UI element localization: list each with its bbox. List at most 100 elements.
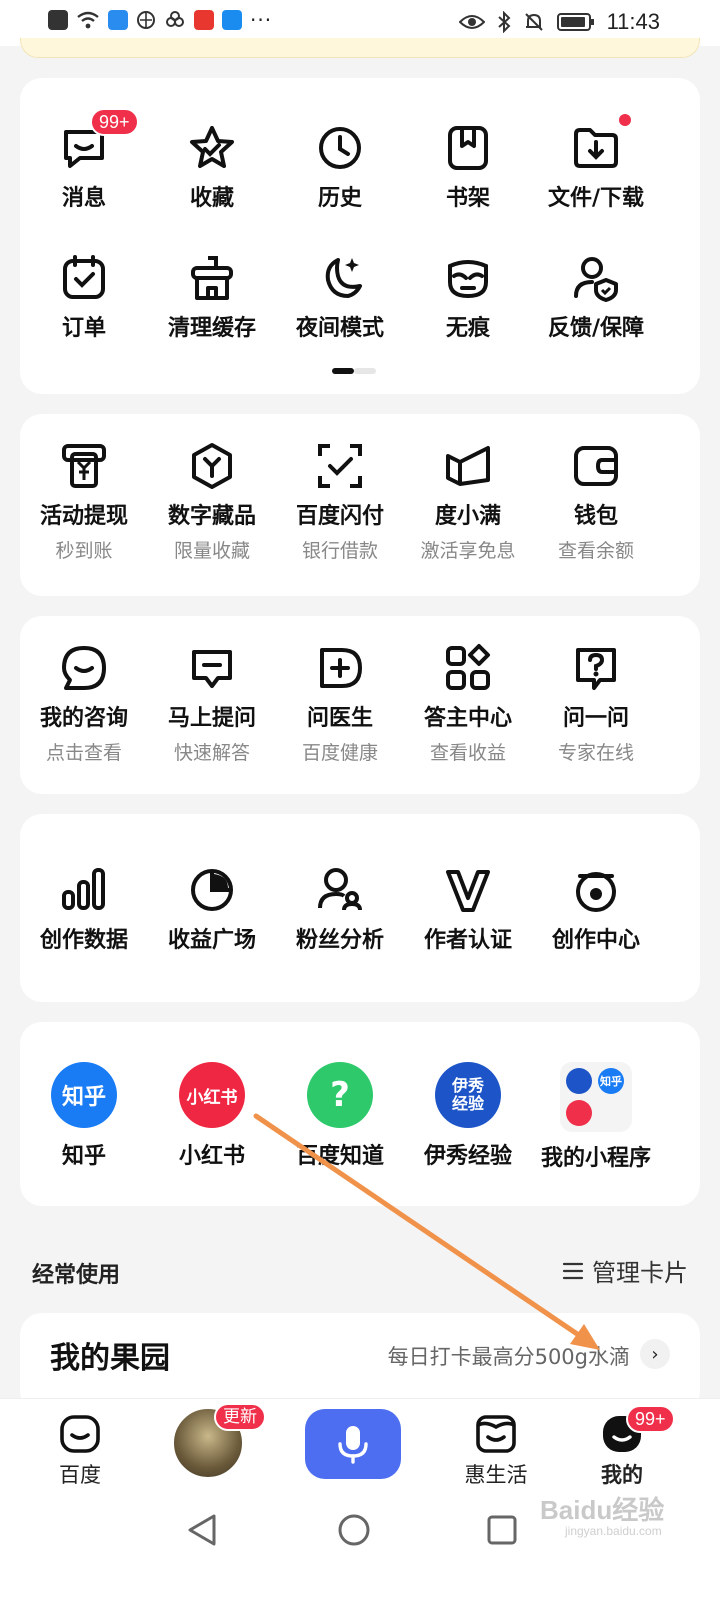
- clear-cache-item[interactable]: 清理缓存: [148, 252, 276, 342]
- frequently-used-header: 经常使用 管理卡片: [32, 1253, 688, 1293]
- files-downloads-label: 文件/下载: [547, 186, 645, 211]
- user-shield-icon: [574, 257, 618, 302]
- baidu-zhidao-logo-text: ?: [330, 1075, 350, 1115]
- earnings-plaza-item[interactable]: 收益广场: [148, 864, 276, 954]
- creation-data-item[interactable]: 创作数据: [20, 864, 148, 954]
- mini-apps-card: 知乎 知乎 小红书 小红书 ? 百度知道 伊秀经验 伊秀经验 知乎 我的小程序: [20, 1022, 700, 1206]
- history-item[interactable]: 历史: [276, 122, 404, 212]
- yixiu-item[interactable]: 伊秀经验 伊秀经验: [404, 1062, 532, 1172]
- my-consult-label: 我的咨询: [39, 706, 128, 731]
- chat-bubble-icon: [62, 646, 106, 690]
- xiaohongshu-label: 小红书: [178, 1144, 245, 1169]
- mute-bell-icon: [524, 13, 543, 31]
- pie-chart-icon: [191, 869, 233, 911]
- tab-home[interactable]: 百度: [20, 1411, 140, 1489]
- cashout-item[interactable]: 活动提现 秒到账: [20, 440, 148, 563]
- clock-icon: [319, 127, 361, 169]
- huawei-app-icon: [194, 10, 214, 30]
- mine-badge: 99+: [626, 1405, 675, 1433]
- feedback-item[interactable]: 反馈/保障: [532, 252, 660, 342]
- recents-icon[interactable]: [486, 1512, 518, 1548]
- history-label: 历史: [317, 186, 362, 211]
- ask-expert-sub: 专家在线: [557, 742, 634, 764]
- question-bubble-icon: [576, 648, 616, 690]
- hexagon-icon: [192, 443, 232, 489]
- battery-icon: [556, 13, 594, 31]
- mini-programs-folder-icon: 知乎: [560, 1062, 632, 1132]
- creation-data-label: 创作数据: [39, 928, 128, 953]
- flash-pay-sub: 银行借款: [301, 540, 378, 562]
- digital-collectibles-sub: 限量收藏: [173, 540, 250, 562]
- chevron-right-icon[interactable]: ›: [640, 1339, 670, 1369]
- duxiaoman-icon: [446, 446, 490, 486]
- incognito-item[interactable]: 无痕: [404, 252, 532, 342]
- messages-label: 消息: [61, 186, 106, 211]
- creation-center-item[interactable]: 创作中心: [532, 864, 660, 954]
- ask-expert-item[interactable]: 问一问 专家在线: [532, 642, 660, 765]
- fans-analysis-item[interactable]: 粉丝分析: [276, 864, 404, 954]
- messages-item[interactable]: 消息 99+: [20, 108, 148, 212]
- zhihu-label: 知乎: [61, 1144, 106, 1169]
- home-circle-icon[interactable]: [336, 1512, 372, 1548]
- ask-doctor-item[interactable]: 问医生 百度健康: [276, 642, 404, 765]
- baidu-zhidao-item[interactable]: ? 百度知道: [276, 1062, 404, 1172]
- tab-home-label: 百度: [59, 1463, 101, 1487]
- wallet-icon: [574, 446, 618, 486]
- more-notifications-icon: ···: [250, 8, 273, 32]
- ask-now-item[interactable]: 马上提问 快速解答: [148, 642, 276, 765]
- page-indicator-active: [332, 368, 354, 374]
- calendar-check-icon: [63, 255, 105, 299]
- mini-zhihu-icon: 知乎: [598, 1068, 624, 1094]
- orders-item[interactable]: 订单: [20, 252, 148, 342]
- author-verify-item[interactable]: 作者认证: [404, 864, 532, 954]
- digital-collectibles-item[interactable]: 数字藏品 限量收藏: [148, 440, 276, 563]
- tab-avatar[interactable]: 更新: [148, 1403, 268, 1479]
- tools-row-2: 订单 清理缓存 夜间模式 无痕 反馈/保障: [20, 252, 700, 342]
- eye-icon: [458, 15, 485, 29]
- duxiaoman-label: 度小满: [434, 504, 501, 529]
- orchard-title: 我的果园: [50, 1341, 170, 1376]
- moon-icon: [325, 258, 362, 298]
- answerer-center-item[interactable]: 答主中心 查看收益: [404, 642, 532, 765]
- answerer-center-sub: 查看收益: [429, 742, 506, 764]
- tab-life[interactable]: 惠生活: [436, 1411, 556, 1489]
- bookshelf-item[interactable]: 书架: [404, 122, 532, 212]
- flash-pay-item[interactable]: 百度闪付 银行借款: [276, 440, 404, 563]
- voice-search-button[interactable]: [305, 1409, 401, 1479]
- status-time: 11:43: [606, 9, 660, 34]
- favorites-label: 收藏: [189, 186, 234, 211]
- creation-center-icon: [576, 872, 616, 912]
- ask-doctor-sub: 百度健康: [301, 742, 378, 764]
- weather-app-icon: [108, 10, 128, 30]
- favorites-item[interactable]: 收藏: [148, 122, 276, 212]
- life-bag-icon: [476, 1415, 516, 1453]
- mini-apps-row: 知乎 知乎 小红书 小红书 ? 百度知道 伊秀经验 伊秀经验 知乎 我的小程序: [20, 1062, 700, 1172]
- my-consult-item[interactable]: 我的咨询 点击查看: [20, 642, 148, 765]
- my-consult-sub: 点击查看: [45, 742, 122, 764]
- mini-yixiu-icon: [566, 1068, 592, 1094]
- broom-icon: [191, 256, 233, 300]
- top-banner-edge: [20, 38, 700, 58]
- tools-row-1: 消息 99+ 收藏 历史 书架 文件/下载: [20, 108, 700, 212]
- files-downloads-item[interactable]: 文件/下载: [532, 114, 660, 212]
- cashout-sub: 秒到账: [55, 540, 113, 562]
- manage-cards-button[interactable]: 管理卡片: [562, 1253, 688, 1288]
- download-folder-icon: [574, 128, 618, 168]
- cashout-icon: [62, 444, 106, 488]
- wallet-item[interactable]: 钱包 查看余额: [532, 440, 660, 563]
- zhihu-item[interactable]: 知乎 知乎: [20, 1062, 148, 1172]
- finance-card: 活动提现 秒到账 数字藏品 限量收藏 百度闪付 银行借款 度小满 激活享免息 钱…: [20, 414, 700, 596]
- duxiaoman-item[interactable]: 度小满 激活享免息: [404, 440, 532, 563]
- tab-mine[interactable]: 我的 99+: [562, 1405, 682, 1489]
- ask-bubble-icon: [192, 650, 232, 688]
- scan-check-icon: [318, 444, 362, 488]
- zhihu-logo-text: 知乎: [61, 1085, 106, 1110]
- xiaohongshu-item[interactable]: 小红书 小红书: [148, 1062, 276, 1172]
- verify-v-icon: [446, 870, 490, 912]
- my-mini-programs-item[interactable]: 知乎 我的小程序: [532, 1062, 660, 1172]
- xiaohongshu-logo-text: 小红书: [186, 1087, 238, 1108]
- earnings-plaza-label: 收益广场: [167, 928, 256, 953]
- night-mode-item[interactable]: 夜间模式: [276, 252, 404, 342]
- back-icon[interactable]: [186, 1512, 218, 1548]
- creator-card: 创作数据 收益广场 粉丝分析 作者认证 创作中心: [20, 814, 700, 1002]
